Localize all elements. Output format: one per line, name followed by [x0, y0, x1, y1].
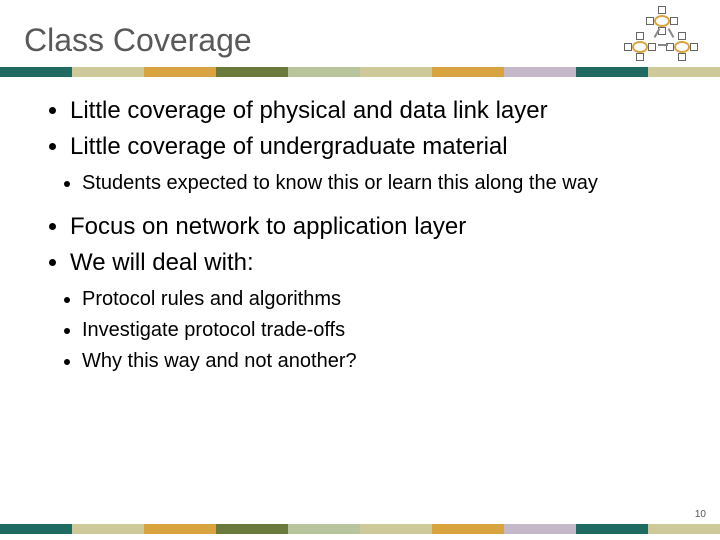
- page-title: Class Coverage: [0, 0, 720, 65]
- page-number: 10: [695, 509, 706, 520]
- network-cluster-icon: [624, 8, 702, 64]
- title-underline-stripe: [0, 67, 720, 77]
- sub-bullet: Students expected to know this or learn …: [82, 170, 680, 197]
- sub-bullet: Why this way and not another?: [82, 348, 680, 375]
- footer-stripe: [0, 524, 720, 534]
- sub-bullet: Protocol rules and algorithms: [82, 286, 680, 313]
- bullet: Little coverage of physical and data lin…: [70, 95, 680, 127]
- bullet: Little coverage of undergraduate materia…: [70, 131, 680, 163]
- slide-body: Little coverage of physical and data lin…: [0, 77, 720, 375]
- bullet: We will deal with:: [70, 247, 680, 279]
- bullet: Focus on network to application layer: [70, 211, 680, 243]
- sub-bullet: Investigate protocol trade-offs: [82, 317, 680, 344]
